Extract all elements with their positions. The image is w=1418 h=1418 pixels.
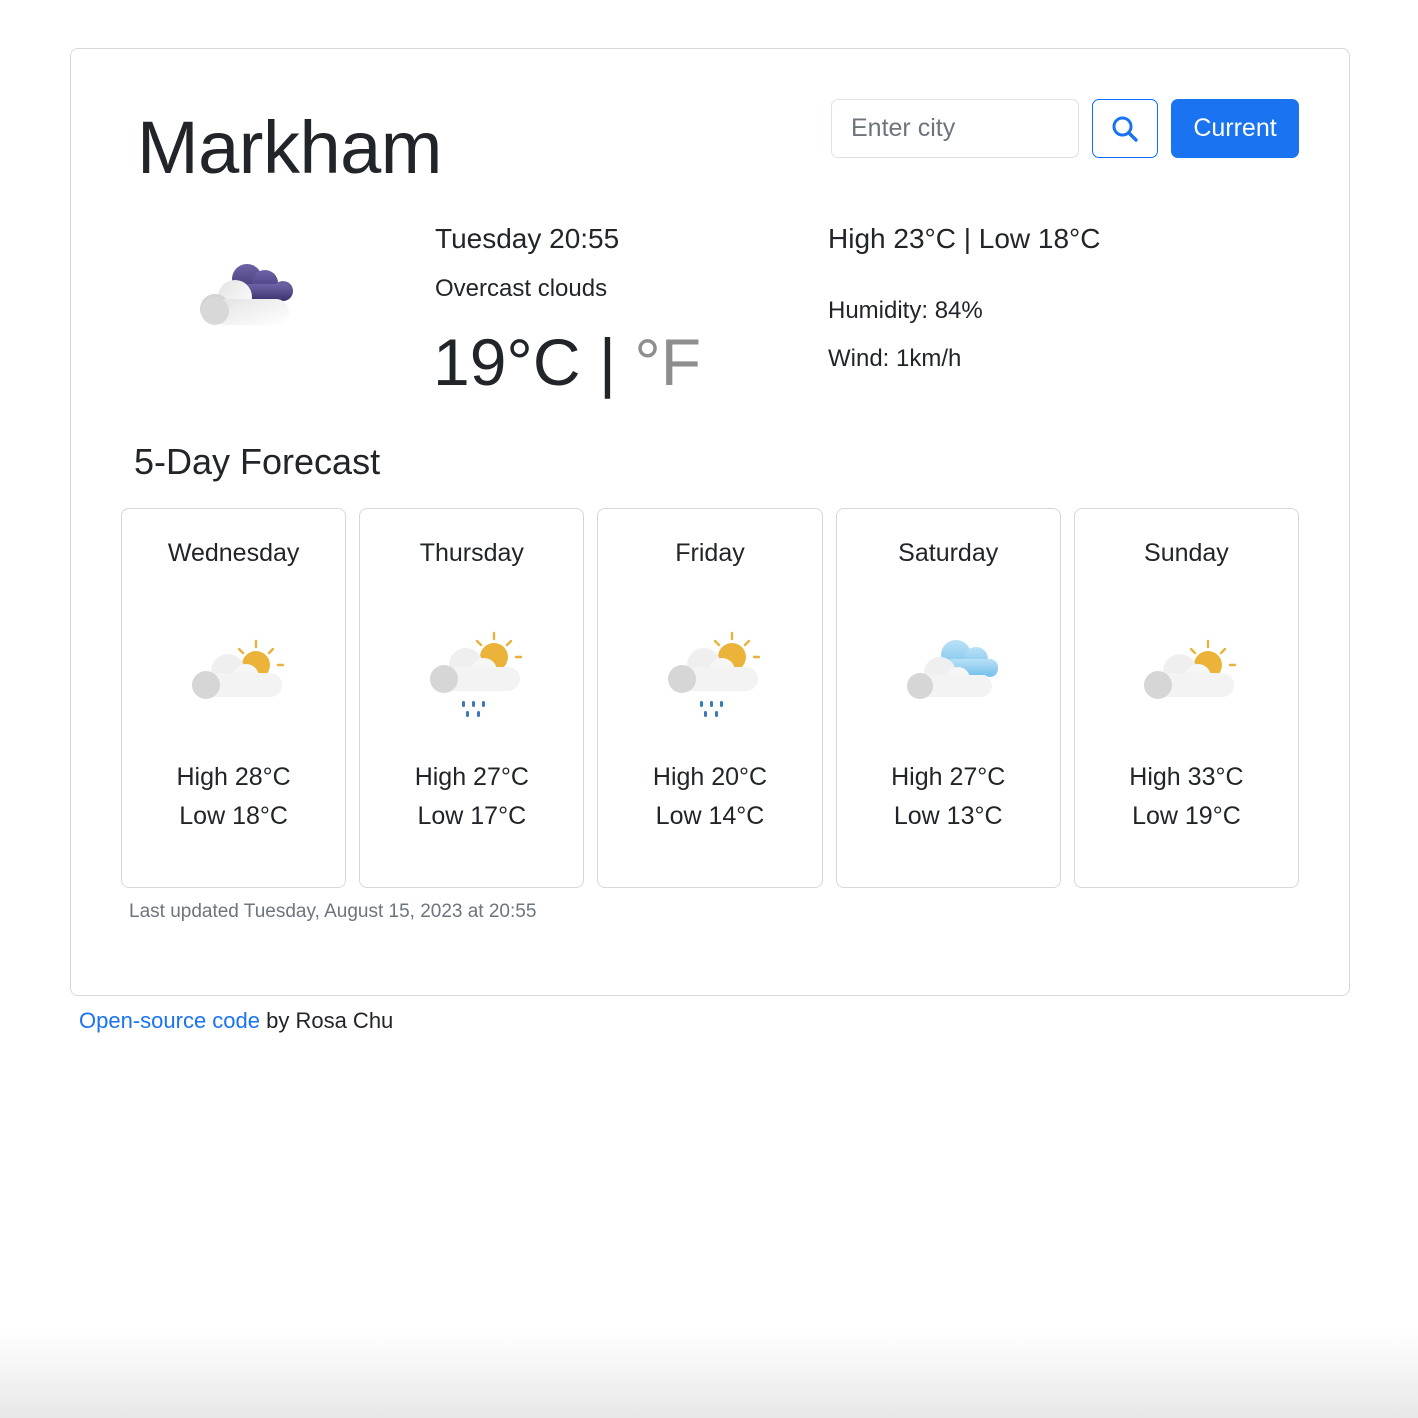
forecast-high: High 27°C (414, 763, 529, 791)
unit-separator: | (598, 325, 616, 399)
humidity: Humidity: 84% (828, 297, 983, 324)
forecast-low: Low 19°C (1132, 802, 1241, 830)
forecast-day-name: Saturday (898, 539, 999, 567)
forecast-day-card: Thursday High 27°C Low 17°C (359, 508, 585, 888)
temperature-value: 19 (433, 325, 507, 399)
city-title: Markham (137, 106, 442, 189)
forecast-day-name: Sunday (1144, 539, 1229, 567)
forecast-day-card: Friday High 20°C Low 14°C (597, 508, 823, 888)
current-location-button[interactable]: Current (1171, 99, 1299, 158)
bottom-fade (0, 1330, 1418, 1418)
forecast-day-card: Sunday High 33°C Low 19°C (1073, 508, 1300, 888)
forecast-low: Low 14°C (655, 802, 765, 830)
weather-description: Overcast clouds (435, 275, 608, 302)
last-updated-text: Last updated Tuesday, August 15, 2023 at… (129, 901, 537, 922)
overcast-clouds-night-icon (191, 259, 301, 344)
forecast-day-card: Wednesday High 28°C Low 18°C (121, 508, 347, 888)
partly-cloudy-sun-icon (1136, 629, 1237, 714)
city-search-input[interactable] (831, 99, 1079, 158)
forecast-day-card: Saturday High 27°C Low 13°C (835, 508, 1061, 888)
forecast-day-name: Wednesday (167, 539, 300, 567)
current-temperature: 19°C | °F (433, 329, 701, 395)
forecast-low: Low 17°C (417, 802, 527, 830)
current-high-low: High 23°C | Low 18°C (828, 223, 1101, 254)
wind-speed: Wind: 1km/h (828, 345, 962, 372)
weather-card: Markham Current (70, 48, 1350, 996)
cloudy-icon (898, 629, 999, 714)
forecast-low: Low 13°C (893, 802, 1003, 830)
forecast-low: Low 18°C (179, 802, 288, 830)
footer-author: by Rosa Chu (260, 1008, 394, 1033)
celsius-unit-link[interactable]: °C (506, 325, 580, 399)
current-date-time: Tuesday 20:55 (435, 223, 620, 254)
forecast-high: High 20°C (652, 763, 768, 791)
forecast-high: High 27°C (891, 763, 1006, 791)
fahrenheit-unit-link[interactable]: °F (634, 325, 701, 399)
search-icon (1112, 116, 1138, 142)
forecast-high: High 33°C (1129, 763, 1244, 791)
rain-sun-cloud-icon (422, 629, 522, 728)
footer: Open-source code by Rosa Chu (79, 1008, 393, 1034)
forecast-title: 5-Day Forecast (134, 441, 381, 482)
open-source-link[interactable]: Open-source code (79, 1008, 260, 1033)
forecast-day-name: Thursday (419, 539, 524, 567)
forecast-day-name: Friday (675, 539, 745, 567)
rain-sun-cloud-icon (660, 629, 761, 728)
forecast-list: Wednesday High 28°C Low 18°C Thursday Hi… (121, 508, 1300, 888)
partly-cloudy-sun-icon (184, 629, 284, 714)
forecast-high: High 28°C (176, 763, 291, 791)
search-button[interactable] (1092, 99, 1158, 158)
